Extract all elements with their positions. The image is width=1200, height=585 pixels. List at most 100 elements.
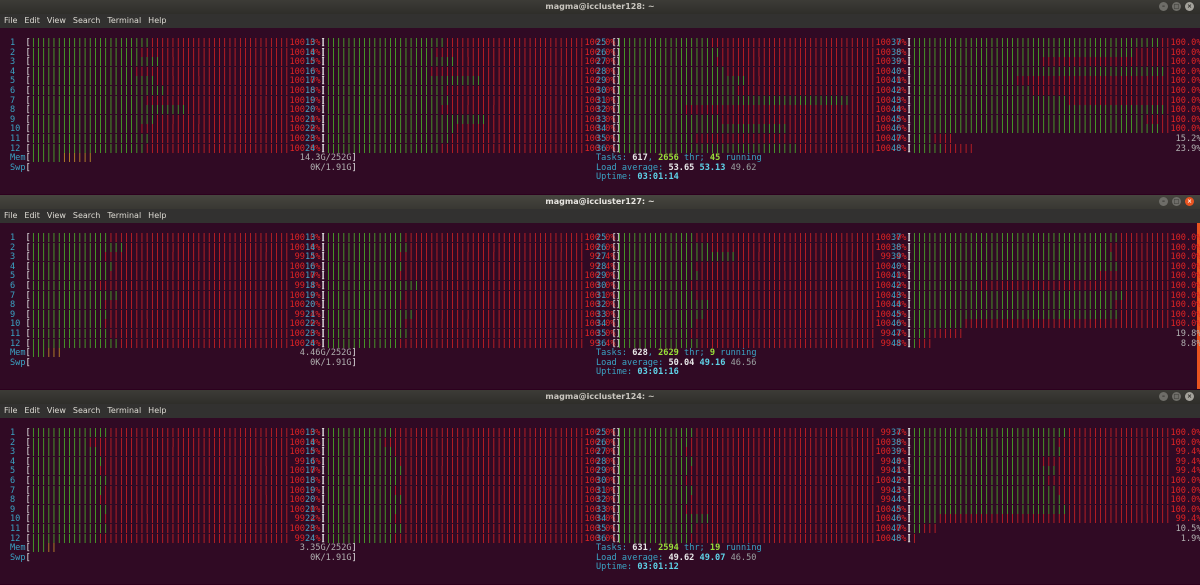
cpu-bar-user: ||||||||||||||| <box>30 233 109 243</box>
cpu-bar-user: |||||||||||||||||||||||||||| <box>911 466 1057 477</box>
menu-terminal[interactable]: Terminal <box>107 404 141 418</box>
cpu-number: 31 <box>596 95 607 106</box>
menu-edit[interactable]: Edit <box>24 14 40 28</box>
close-button[interactable]: × <box>1185 392 1194 401</box>
cpu-percent: 100.0% <box>1170 114 1200 125</box>
cpu-meter: 8 [|||||||||||||||||||||||||||||||||||||… <box>10 300 326 311</box>
menu-help[interactable]: Help <box>148 404 166 418</box>
cpu-bar-user: ||||||||||||| <box>911 281 979 291</box>
menu-file[interactable]: File <box>4 209 17 223</box>
cpu-bar-user: ||||||||||||| <box>616 504 684 515</box>
menu-view[interactable]: View <box>47 14 66 28</box>
cpu-number: 18 <box>305 281 316 291</box>
window-titlebar[interactable]: magma@iccluster124: ~ – □ × <box>0 390 1200 404</box>
menu-search[interactable]: Search <box>73 14 100 28</box>
menu-edit[interactable]: Edit <box>24 209 40 223</box>
maximize-button[interactable]: □ <box>1172 2 1181 11</box>
cpu-number: 15 <box>305 252 316 263</box>
cpu-number: 10 <box>10 124 21 135</box>
menu-search[interactable]: Search <box>73 404 100 418</box>
cpu-bar-kernel: |||||||||||||||||||| <box>185 105 290 116</box>
cpu-bar-user: ||||||||||||||| <box>30 309 109 320</box>
window-titlebar[interactable]: magma@iccluster128: ~ – □ × <box>0 0 1200 14</box>
cpu-bar-user: ||||||||||||||| <box>616 428 695 438</box>
terminal-area[interactable]: 1 [|||||||||||||||||||||||||||||||||||||… <box>0 28 1200 194</box>
cpu-bar-kernel: |||||||||||||||||||||||| <box>165 86 290 96</box>
cpu-bar-kernel: ||||||||||||||||||||||||||| <box>149 38 290 48</box>
menu-file[interactable]: File <box>4 14 17 28</box>
cpu-meter: 37 [||||||||||||||||||||||||||||||||||||… <box>891 428 1200 438</box>
cpu-bar-user: |||||||||||||||||| <box>616 38 710 48</box>
minimize-button[interactable]: – <box>1159 197 1168 206</box>
close-button[interactable]: × <box>1185 197 1194 206</box>
menu-terminal[interactable]: Terminal <box>107 14 141 28</box>
cpu-meter: 38 [||||||||||||||||||||||||||||||||||||… <box>891 242 1200 253</box>
cpu-bar-kernel: ||||||||||||||||||||||||| <box>1041 456 1171 467</box>
cpu-meter: 4 [|||||||||||||||||||||||||||||||||||||… <box>10 456 326 467</box>
cpu-meter: 37 [||||||||||||||||||||||||||||||||||||… <box>891 38 1200 48</box>
cpu-meter: 1 [|||||||||||||||||||||||||||||||||||||… <box>10 428 326 438</box>
menu-file[interactable]: File <box>4 404 17 418</box>
terminal-window[interactable]: magma@iccluster124: ~ – □ × File Edit View Sear… <box>0 390 1200 584</box>
cpu-number: 23 <box>305 524 316 534</box>
cpu-number: 20 <box>305 495 316 506</box>
minimize-button[interactable]: – <box>1159 392 1168 401</box>
minimize-button[interactable]: – <box>1159 2 1168 11</box>
cpu-number: 43 <box>891 290 902 301</box>
cpu-meter: 20 [||||||||||||||||||||||||||||||||||||… <box>305 105 621 116</box>
maximize-button[interactable]: □ <box>1172 197 1181 206</box>
cpu-bar-user: |||||||||||||| <box>325 504 399 515</box>
cpu-bar-user: ||||||||||||| <box>325 485 393 496</box>
cpu-percent: 100.0% <box>1170 38 1200 48</box>
cpu-bar-kernel: ||||||||||||||||||||||||||||||||| <box>413 309 585 320</box>
cpu-meter: 27 [||||||||||||||||||||||||||||||||||||… <box>596 447 912 458</box>
cpu-percent: 100.0% <box>1170 242 1200 253</box>
terminal-area[interactable]: 1 [|||||||||||||||||||||||||||||||||||||… <box>0 418 1200 584</box>
cpu-meter: 16 [||||||||||||||||||||||||||||||||||||… <box>305 456 621 467</box>
terminal-window[interactable]: magma@iccluster127: ~ – □ × File Edit View Sear… <box>0 195 1200 389</box>
cpu-bar-user: ||||||||||||||||||||||| <box>325 38 445 48</box>
cpu-percent: 100.0% <box>1170 124 1200 135</box>
terminal-window[interactable]: magma@iccluster128: ~ – □ × File Edit View Sear… <box>0 0 1200 194</box>
cpu-number: 33 <box>596 309 607 320</box>
menu-terminal[interactable]: Terminal <box>107 209 141 223</box>
menu-search[interactable]: Search <box>73 209 100 223</box>
menu-help[interactable]: Help <box>148 209 166 223</box>
maximize-button[interactable]: □ <box>1172 392 1181 401</box>
cpu-bar-kernel: ||||||||||| <box>1113 252 1171 263</box>
cpu-meter: 31 [||||||||||||||||||||||||||||||||||||… <box>596 290 912 301</box>
cpu-meter: 23 [||||||||||||||||||||||||||||||||||||… <box>305 524 621 534</box>
menu-view[interactable]: View <box>47 209 66 223</box>
cpu-number: 32 <box>596 300 607 311</box>
cpu-bar-kernel: ||||||||||||||||||||||||||| <box>444 86 585 96</box>
menu-edit[interactable]: Edit <box>24 404 40 418</box>
cpu-meter: 15 [||||||||||||||||||||||||||||||||||||… <box>305 252 621 263</box>
cpu-meter: 29 [||||||||||||||||||||||||||||||||||||… <box>596 76 912 87</box>
cpu-number: 35 <box>596 329 607 339</box>
cpu-meter: 3 [|||||||||||||||||||||||||||||||||||||… <box>10 252 326 263</box>
close-button[interactable]: × <box>1185 2 1194 11</box>
cpu-bar-user: ||||||||||||||| <box>325 233 404 243</box>
cpu-bar-kernel: |||||||||||||||||||||||||||| <box>439 105 585 116</box>
cpu-bar-kernel: ||||||||||||||||||||||||||||||||||| <box>108 476 290 486</box>
cpu-bar-user: ||||||||||||||||||||||||||||||||||||||||… <box>911 66 1166 77</box>
cpu-number: 41 <box>891 466 902 477</box>
swp-value: 0K/1.91G <box>310 357 352 368</box>
cpu-bar-kernel: ||||||||||||||||||||||||||||||| <box>715 57 876 68</box>
window-titlebar[interactable]: magma@iccluster127: ~ – □ × <box>0 195 1200 209</box>
cpu-meter: 31 [||||||||||||||||||||||||||||||||||||… <box>596 95 912 106</box>
cpu-meter: 32 [||||||||||||||||||||||||||||||||||||… <box>596 495 912 506</box>
cpu-meter: 25 [||||||||||||||||||||||||||||||||||||… <box>596 233 912 243</box>
cpu-percent: 100.0% <box>1170 290 1200 301</box>
cpu-bar-kernel: ||||||||||||||| <box>797 143 876 154</box>
menu-view[interactable]: View <box>47 404 66 418</box>
cpu-percent: 100.0% <box>1170 233 1200 243</box>
cpu-meter: 9 [|||||||||||||||||||||||||||||||||||||… <box>10 309 326 320</box>
cpu-bar-user: ||||||||||||||||||||| <box>30 47 140 58</box>
menu-help[interactable]: Help <box>148 14 166 28</box>
cpu-bar-user: ||||||||||||||||||||||||||||||||| <box>616 124 788 135</box>
cpu-bar-user: |||||||||||||||||||||||||||| <box>911 485 1057 496</box>
cpu-bar-user: ||||||||||||| <box>616 105 684 116</box>
terminal-area[interactable]: 1 [|||||||||||||||||||||||||||||||||||||… <box>0 223 1200 389</box>
cpu-meter: 3 [|||||||||||||||||||||||||||||||||||||… <box>10 57 326 68</box>
